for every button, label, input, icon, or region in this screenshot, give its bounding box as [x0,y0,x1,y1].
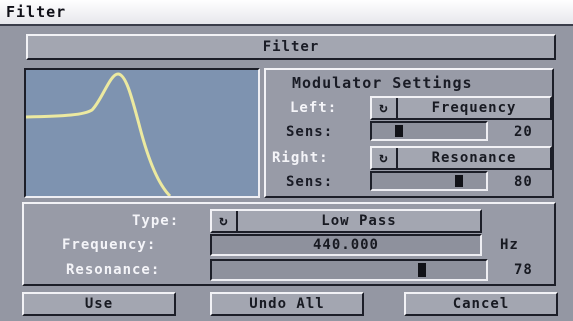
left-modulation-cycle[interactable]: ↻ Frequency [370,96,552,120]
filter-window: Filter Filter Modulator Settings Left: ↻… [0,0,573,321]
sens-value-2: 80 [514,174,533,190]
right-modulation-cycle[interactable]: ↻ Resonance [370,146,552,170]
sens-slider-1-knob[interactable] [395,125,403,137]
window-title: Filter [6,3,67,21]
sens-slider-1[interactable] [370,121,488,141]
use-button[interactable]: Use [22,292,176,316]
resonance-label: Resonance: [66,262,161,278]
filter-header-bar: Filter [26,34,556,60]
filter-type-value: Low Pass [321,213,397,229]
frequency-input[interactable]: 440.000 [210,234,482,256]
modulator-settings-heading: Modulator Settings [292,74,473,92]
sens-value-1: 20 [514,124,533,140]
frequency-input-value: 440.000 [312,237,379,253]
sens-label-1: Sens: [286,124,334,140]
right-label: Right: [272,150,329,166]
cycle-gadget-icon: ↻ [372,148,398,168]
filter-response-preview [24,68,260,198]
sens-label-2: Sens: [286,174,334,190]
frequency-label: Frequency: [62,237,157,253]
cycle-gadget-icon: ↻ [372,98,398,118]
resonance-slider[interactable] [210,259,488,281]
filter-header-label: Filter [262,39,320,55]
sens-slider-2[interactable] [370,171,488,191]
resonance-slider-knob[interactable] [417,263,426,277]
response-curve [26,72,172,196]
cancel-button[interactable]: Cancel [404,292,558,316]
right-modulation-value: Resonance [431,150,517,166]
frequency-unit: Hz [500,237,519,253]
left-label: Left: [290,100,338,116]
window-titlebar[interactable]: Filter [0,0,573,26]
resonance-value: 78 [514,262,533,278]
undo-all-button[interactable]: Undo All [210,292,364,316]
filter-type-cycle[interactable]: ↻ Low Pass [210,209,482,233]
sens-slider-2-knob[interactable] [455,175,463,187]
type-label: Type: [132,213,180,229]
left-modulation-value: Frequency [431,100,517,116]
cycle-gadget-icon: ↻ [212,211,238,231]
